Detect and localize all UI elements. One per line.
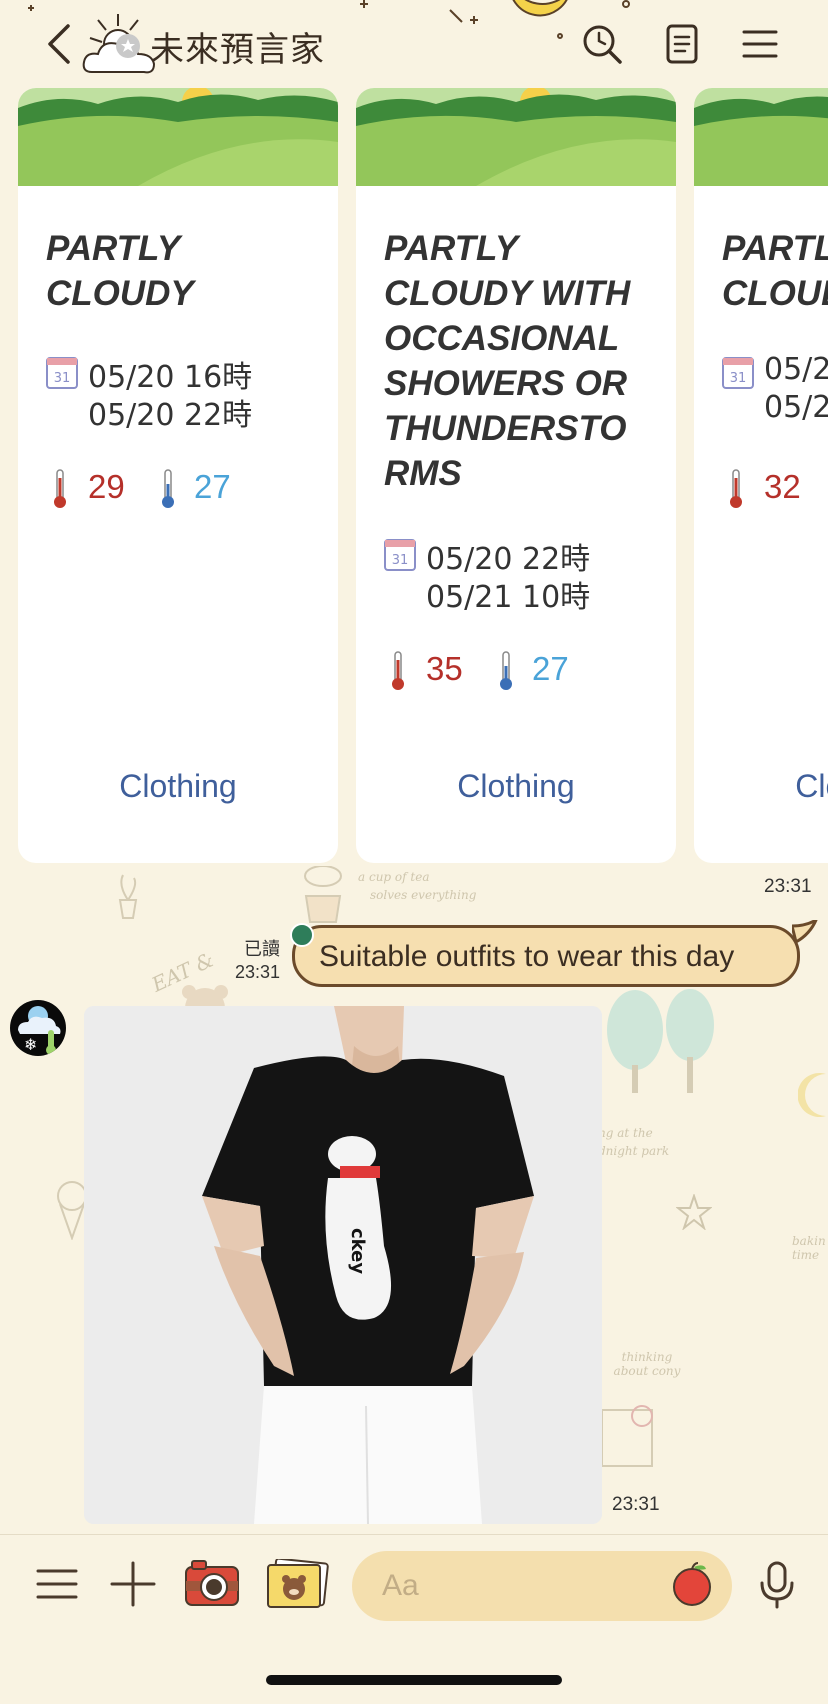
- clothing-link[interactable]: Clothing: [18, 768, 338, 805]
- forecast-title: PARTLY CLOUDY: [46, 229, 194, 313]
- chat-title: 未來預言家: [150, 30, 325, 70]
- doodle-text-park-2: dnight park: [598, 1144, 670, 1158]
- back-arrow-icon[interactable]: [40, 20, 80, 68]
- doodle-text-tea: a cup of tea: [358, 870, 430, 884]
- temperature-low: 27: [194, 468, 231, 505]
- menu-icon[interactable]: [738, 22, 782, 66]
- date-end: 05/2: [764, 390, 828, 425]
- forecast-card[interactable]: PARTLY CLOUDY 31 05/20 16時 05/20 22時 29 …: [18, 88, 338, 863]
- doodle-text-baking: bakin time: [792, 1234, 826, 1262]
- star-doodle-icon: [676, 1194, 712, 1230]
- plus-icon[interactable]: [108, 1559, 158, 1609]
- temperature-row: 35 27: [384, 650, 664, 690]
- read-receipt: 已讀 23:31: [216, 938, 280, 984]
- forecast-card[interactable]: PARTLY CLOUDY WITH OCCASIONAL SHOWERS OR…: [356, 88, 676, 863]
- date-start: 05/2: [764, 352, 828, 387]
- weather-carousel[interactable]: PARTLY CLOUDY 31 05/20 16時 05/20 22時 29 …: [0, 88, 828, 863]
- temperature-high: 35: [426, 650, 463, 687]
- forecast-title: PARTLY CLOUDY: [722, 229, 828, 313]
- microphone-icon[interactable]: [752, 1559, 802, 1609]
- notes-icon[interactable]: [660, 22, 704, 66]
- doodle-text-tea-2: solves everything: [370, 888, 477, 902]
- photo-album-icon[interactable]: [266, 1559, 330, 1609]
- message-input-bar: [0, 1534, 828, 1635]
- temperature-row: 29 27: [46, 468, 326, 508]
- clothing-link[interactable]: Clothing: [694, 768, 828, 805]
- sent-message-text: Suitable outfits to wear this day: [319, 940, 735, 973]
- thermometer-hot-icon: [730, 469, 742, 508]
- outfit-photo[interactable]: ckey: [84, 1006, 602, 1524]
- bot-avatar[interactable]: ❄: [10, 1000, 66, 1056]
- thermometer-hot-icon: [392, 651, 404, 690]
- hills-illustration: [18, 88, 338, 186]
- frame-doodle-icon: [601, 1405, 653, 1467]
- clothing-link[interactable]: Clothing: [356, 768, 676, 805]
- read-label: 已讀: [244, 939, 280, 959]
- svg-text:31: 31: [54, 371, 71, 386]
- sent-timestamp: 23:31: [234, 962, 280, 982]
- search-icon[interactable]: [580, 22, 624, 66]
- message-effect-icon: [290, 923, 314, 947]
- temperature-high: 32: [764, 468, 801, 505]
- svg-text:31: 31: [730, 371, 747, 386]
- hills-illustration: [694, 88, 828, 186]
- cup-doodle-icon: [304, 866, 342, 923]
- temperature-low: 27: [532, 650, 569, 687]
- date-end: 05/21 10時: [426, 580, 591, 615]
- plant-doodle-icon: [118, 874, 138, 919]
- svg-text:ckey: ckey: [347, 1228, 368, 1274]
- sent-message-bubble[interactable]: Suitable outfits to wear this day: [292, 925, 800, 987]
- home-indicator: [266, 1675, 562, 1685]
- hills-illustration: [356, 88, 676, 186]
- calendar-icon: 31: [384, 539, 416, 571]
- temperature-row: 32: [722, 468, 828, 508]
- forecast-card[interactable]: PARTLY CLOUDY 31 05/2 05/2 32 Clothing: [694, 88, 828, 863]
- chat-header: 未來預言家: [0, 0, 828, 88]
- emoji-sticker-icon[interactable]: [668, 1561, 716, 1609]
- date-end: 05/20 22時: [88, 398, 253, 433]
- tree-doodle-icon: [607, 989, 714, 1093]
- thermometer-hot-icon: [54, 469, 66, 508]
- calendar-icon: 31: [722, 357, 754, 389]
- forecast-title: PARTLY CLOUDY WITH OCCASIONAL SHOWERS OR…: [384, 229, 631, 493]
- tshirt-outfit-image: ckey: [84, 1006, 602, 1524]
- camera-icon[interactable]: [184, 1559, 240, 1609]
- photo-timestamp: 23:31: [612, 1494, 660, 1515]
- carousel-timestamp: 23:31: [764, 876, 812, 897]
- svg-text:❄: ❄: [24, 1035, 37, 1054]
- thermometer-cold-icon: [500, 651, 512, 690]
- svg-text:31: 31: [392, 553, 409, 568]
- doodle-text-thinking: thinking about cony: [613, 1350, 681, 1378]
- moon-doodle-icon: [798, 1073, 826, 1117]
- calendar-icon: 31: [46, 357, 78, 389]
- menu-icon[interactable]: [32, 1559, 82, 1609]
- temperature-high: 29: [88, 468, 125, 505]
- doodle-text-park: ng at the: [598, 1126, 653, 1140]
- weather-avatar-icon: ❄: [18, 1006, 61, 1055]
- thermometer-cold-icon: [162, 469, 174, 508]
